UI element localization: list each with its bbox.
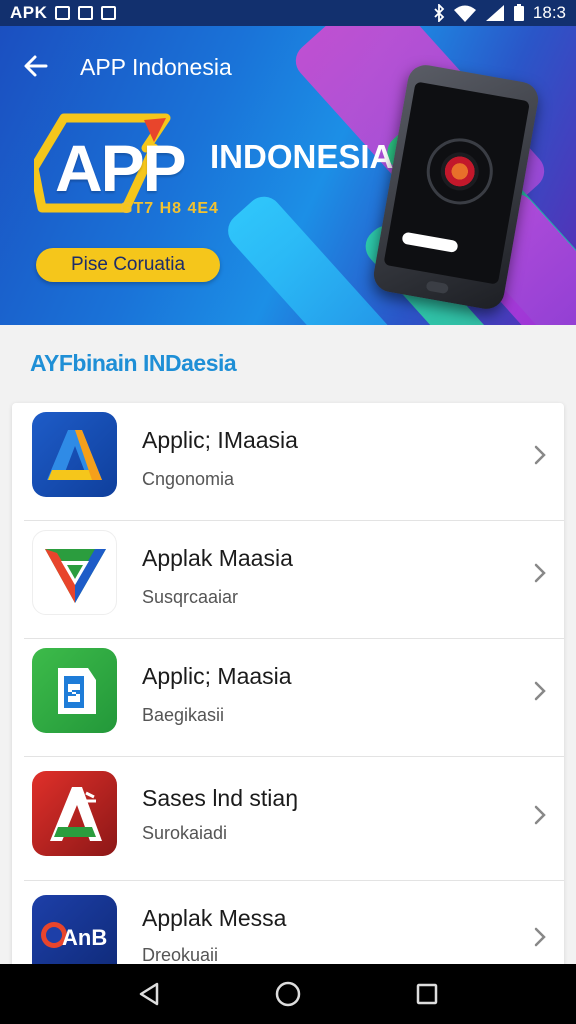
circle-home-icon <box>275 981 301 1007</box>
chevron-right-icon <box>534 805 546 825</box>
chevron-right-icon <box>534 927 546 947</box>
red-a-icon <box>32 771 117 856</box>
app-subtitle: Baegikasii <box>142 705 225 725</box>
status-bar: APK 18:3 <box>0 0 576 26</box>
blue-a-icon <box>32 412 117 497</box>
nav-recents-button[interactable] <box>407 974 447 1014</box>
app-subtitle: Surokaiadi <box>142 823 228 843</box>
chevron-right-icon <box>534 445 546 465</box>
arrow-left-icon <box>24 55 48 77</box>
app-name: Applic; IMaasia <box>142 427 298 453</box>
app-subtitle: Susqrcaaiar <box>142 587 239 607</box>
notification-icon <box>55 6 71 20</box>
app-subtitle: Dreokuaii <box>142 945 219 965</box>
app-name: Applak Messa <box>142 905 287 931</box>
icon-glyph: AnB <box>62 925 107 950</box>
signal-icon <box>485 5 504 21</box>
app-name: Applak Maasia <box>142 545 293 571</box>
app-list-item[interactable]: Applak Maasia Susqrcaaiar <box>12 521 564 639</box>
image-notification-icon <box>78 6 94 20</box>
hero-banner: APP Indonesia APP INDONESIA GT7 H8 4E4 P… <box>0 26 576 325</box>
chevron-right-icon <box>534 563 546 583</box>
app-subtitle: Cngonomia <box>142 469 235 489</box>
clock: 18:3 <box>532 3 566 22</box>
navigation-bar <box>0 964 576 1024</box>
app-name: Applic; Maasia <box>142 663 292 689</box>
app-list-item[interactable]: Applic; IMaasia Cngonomia <box>12 403 564 521</box>
bluetooth-icon <box>434 4 445 22</box>
logo-subtext: GT7 H8 4E4 <box>120 200 219 217</box>
app-list: Applic; IMaasia Cngonomia Applak Maasia … <box>12 403 564 1003</box>
app-screen: APK 18:3 APP Indonesia APP INDONESIA GT7… <box>0 0 576 1024</box>
app-name: Sases lnd stiaŋ <box>142 785 298 811</box>
square-recents-icon <box>416 983 437 1005</box>
wifi-icon <box>453 5 476 22</box>
app-list-item[interactable]: Sases lnd stiaŋ Surokaiadi <box>12 757 564 881</box>
battery-icon <box>513 4 524 21</box>
app-list-item[interactable]: Applic; Maasia Baegikasii <box>12 639 564 757</box>
green-store-icon <box>32 648 117 733</box>
logo-letters: APP <box>55 131 187 205</box>
section-title: AYFbinain INDaesia <box>30 350 237 376</box>
triangle-back-icon <box>140 982 159 1006</box>
promo-button[interactable]: Pise Coruatia <box>36 248 220 282</box>
chevron-right-icon <box>534 681 546 701</box>
page-title: APP Indonesia <box>80 54 232 80</box>
message-notification-icon <box>101 6 117 20</box>
nav-home-button[interactable] <box>268 974 308 1014</box>
back-button[interactable] <box>22 52 58 82</box>
carrier-label: APK <box>10 3 48 22</box>
logo-word: INDONESIA <box>210 138 394 175</box>
tri-color-v-icon <box>32 530 117 615</box>
nav-back-button[interactable] <box>129 974 169 1014</box>
